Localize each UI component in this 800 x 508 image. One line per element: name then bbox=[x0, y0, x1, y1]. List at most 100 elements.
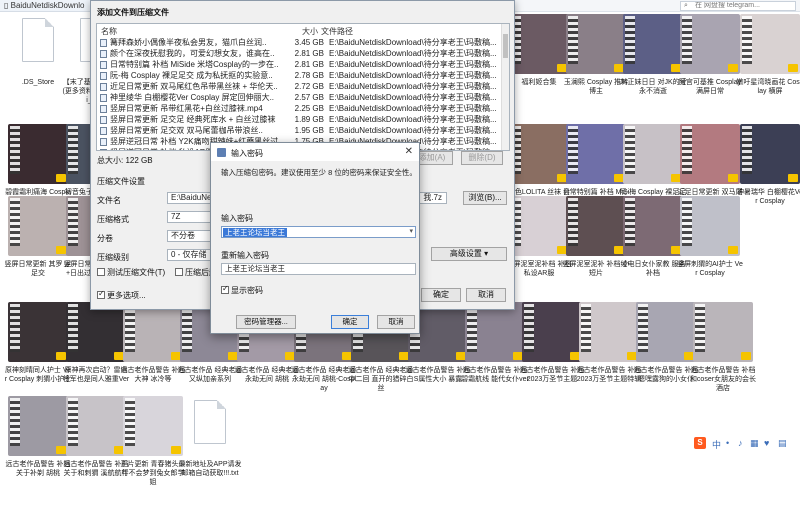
more-options-label: 更多选项... bbox=[107, 291, 146, 300]
video-thumbnail bbox=[522, 302, 582, 362]
video-thumbnail bbox=[740, 14, 800, 74]
video-thumbnail bbox=[123, 396, 183, 456]
column-header-name[interactable]: 名称 bbox=[101, 26, 117, 37]
video-thumbnail bbox=[693, 302, 753, 362]
advanced-settings-button[interactable]: 高级设置 ▾ bbox=[431, 247, 507, 261]
video-thumbnail bbox=[680, 196, 740, 256]
row-name: 阮-梅 Cosplay 裸足足交 成为私抚抠的实验意.. bbox=[110, 71, 273, 80]
row-name: 竖屏日常更新 足交足 经典死库水 + 白丝过膝袜 bbox=[110, 115, 276, 124]
file-tile[interactable]: 远古老作品警告 补档 和coser女朋友的会长酒店 bbox=[689, 302, 765, 414]
row-path: E:\BaiduNetdiskDownload\待分享老王\玛敷稿... bbox=[329, 60, 497, 69]
row-path: E:\BaiduNetdiskDownload\待分享老王\玛敷稿... bbox=[329, 82, 497, 91]
video-thumbnail bbox=[8, 196, 68, 256]
table-row[interactable]: 近足日常更新 双马尾红色吊带黑丝袜 + 华伦天.. 2.72 GB E:\Baidu… bbox=[97, 81, 501, 92]
table-scrollbar[interactable] bbox=[501, 24, 509, 150]
table-row[interactable]: 竖屏日常更新 足交双 双马尾蕾枷吊带浪丝.. 1.95 GB E:\BaiduNet… bbox=[97, 125, 501, 136]
video-thumbnail bbox=[8, 124, 68, 184]
password-input[interactable]: 上老王论坛当老王 ▾ bbox=[221, 226, 416, 238]
film-strip-icon bbox=[568, 126, 578, 174]
film-strip-icon bbox=[10, 398, 20, 446]
delete-button[interactable]: 删除(D) bbox=[461, 151, 503, 165]
show-password-label: 显示密码 bbox=[231, 286, 263, 295]
file-icon bbox=[100, 149, 107, 150]
table-row[interactable]: 竖屏日常更新 吊带红黑花+白丝过膝袜.mp4 2.25 GB E:\BaiduNet… bbox=[97, 103, 501, 114]
password-value: 上老王论坛当老王 bbox=[223, 228, 287, 237]
row-size: 2.78 GB bbox=[294, 71, 324, 80]
row-name: 竖屏日常更新 足交双 双马尾蕾枷吊带浪丝.. bbox=[110, 126, 263, 135]
file-name: 最新地址及APP请发邮箱自动获取!!!.txt bbox=[178, 461, 242, 477]
player-badge-icon bbox=[788, 64, 798, 72]
chevron-down-icon[interactable]: ▾ bbox=[409, 227, 413, 235]
microphone-icon[interactable]: ♪ bbox=[738, 438, 743, 448]
explorer-path-bar[interactable]: ▯ BaiduNetdiskDownlo bbox=[0, 0, 90, 12]
password-ok-button[interactable]: 确定 bbox=[331, 315, 369, 329]
film-strip-icon bbox=[568, 198, 578, 246]
chinese-mode-icon[interactable]: 中 bbox=[712, 438, 721, 451]
file-list-table[interactable]: 名称 大小 文件路径 篝拜森娇小偶像半夜私会男友，猫爪白丝润.. 3.45 GB E… bbox=[96, 23, 510, 151]
film-strip-icon bbox=[524, 304, 534, 352]
column-header-size[interactable]: 大小 bbox=[302, 26, 318, 37]
archive-ok-button[interactable]: 确定 bbox=[421, 288, 461, 302]
search-input[interactable]: ⌕ 在 网盘搜 telegram... bbox=[680, 1, 796, 11]
row-path: E:\BaiduNetdiskDownload\待分享老王\玛敷稿... bbox=[329, 104, 497, 113]
password-dialog-titlebar[interactable]: 输入密码 ✕ bbox=[211, 143, 419, 161]
sogou-input-icon[interactable]: S bbox=[694, 437, 706, 449]
file-tile[interactable]: 嫩吁星湾晓画花 Cosplay 横屏 bbox=[736, 14, 800, 126]
row-size: 3.45 GB bbox=[294, 38, 324, 47]
repeat-password-label: 重新输入密码 bbox=[221, 251, 269, 260]
film-strip-icon bbox=[742, 126, 752, 174]
show-password-checkbox[interactable] bbox=[221, 284, 229, 294]
row-size: 2.81 GB bbox=[294, 49, 324, 58]
file-icon bbox=[100, 61, 107, 69]
player-badge-icon bbox=[788, 174, 798, 182]
row-name: 篝拜森娇小偶像半夜私会男友，猫爪白丝润.. bbox=[110, 38, 267, 47]
password-hint: 输入压缩包密码。建议使用至少 8 位的密码来保证安全性。 bbox=[221, 168, 417, 177]
file-icon bbox=[100, 105, 107, 113]
level-value: 0 - 仅存储 bbox=[171, 250, 207, 259]
folder-icon: ▯ bbox=[4, 1, 11, 10]
browse-button[interactable]: 浏览(B)... bbox=[463, 191, 507, 205]
password-cancel-button[interactable]: 取消 bbox=[377, 315, 415, 329]
table-row[interactable]: 颜个在深夜抚慰我的，可爱幻想女友，谁高在.. 2.81 GB E:\BaiduNet… bbox=[97, 48, 501, 59]
test-archive-checkbox[interactable] bbox=[97, 268, 105, 276]
password-dialog: 输入密码 ✕ 输入压缩包密码。建议使用至少 8 位的密码来保证安全性。 输入密码… bbox=[210, 142, 420, 334]
video-thumbnail bbox=[8, 302, 68, 362]
table-row[interactable]: 日常特别篇 补档 MiSide 米塔Cosplay的一步在.. 2.81 GB E:… bbox=[97, 59, 501, 70]
table-row[interactable]: 竖屏日常更新 足交足 经典死库水 + 白丝过膝袜 1.89 GB E:\BaiduN… bbox=[97, 114, 501, 125]
archive-cancel-button[interactable]: 取消 bbox=[466, 288, 506, 302]
film-strip-icon bbox=[68, 398, 78, 446]
password-manager-button[interactable]: 密码管理器... bbox=[236, 315, 296, 329]
punctuation-icon[interactable]: • bbox=[726, 438, 729, 448]
close-icon[interactable]: ✕ bbox=[405, 146, 413, 157]
row-path: E:\BaiduNetdiskDownload\待分享老王\玛敷稿... bbox=[329, 71, 497, 80]
filename-label: 文件名 bbox=[97, 196, 121, 205]
table-row[interactable]: 神里绫华 白棚樱花Ver Cosplay 屏定回伸丽大.. 2.57 GB E:\B… bbox=[97, 92, 501, 103]
document-icon bbox=[22, 18, 54, 62]
delete-after-checkbox[interactable] bbox=[175, 268, 183, 276]
skin-icon[interactable]: ♥ bbox=[764, 438, 769, 448]
keyboard-icon[interactable]: ▦ bbox=[750, 438, 759, 449]
file-icon bbox=[100, 50, 107, 58]
row-name: 近足日常更新 双马尾红色吊带黑丝袜 + 华伦天.. bbox=[110, 82, 278, 91]
table-row[interactable]: 篝拜森娇小偶像半夜私会男友，猫爪白丝润.. 3.45 GB E:\BaiduNetd… bbox=[97, 37, 501, 48]
file-tile[interactable]: 最新地址及APP请发邮箱自动获取!!!.txt bbox=[176, 396, 252, 508]
table-row[interactable]: 阮-梅 Cosplay 裸足足交 成为私抚抠的实验意.. 2.78 GB E:\Ba… bbox=[97, 70, 501, 81]
format-value: 7Z bbox=[171, 212, 181, 221]
scroll-thumb[interactable] bbox=[503, 34, 508, 58]
filename-tail: 我.7z bbox=[423, 193, 442, 202]
repeat-password-input[interactable]: 上老王论坛当老王 bbox=[221, 263, 416, 275]
video-thumbnail bbox=[8, 396, 68, 456]
video-thumbnail bbox=[66, 302, 126, 362]
file-icon bbox=[100, 83, 107, 91]
row-path: E:\BaiduNetdiskDownload\待分享老王\玛敷稿... bbox=[329, 115, 497, 124]
more-options-checkbox[interactable] bbox=[97, 289, 105, 299]
file-tile[interactable]: 竖屏刺猬的AI护士 Ver Cosplay bbox=[676, 196, 752, 308]
row-name: 日常特别篇 补档 MiSide 米塔Cosplay的一步在.. bbox=[110, 60, 279, 69]
film-strip-icon bbox=[125, 398, 135, 446]
video-thumbnail bbox=[123, 302, 183, 362]
file-icon bbox=[100, 94, 107, 102]
toolbox-icon[interactable]: ▤ bbox=[778, 438, 787, 449]
file-name: 远古老作品警告 补档 和coser女朋友的会长酒店 bbox=[689, 367, 757, 392]
column-header-path[interactable]: 文件路径 bbox=[321, 26, 353, 37]
app-icon bbox=[217, 148, 226, 157]
